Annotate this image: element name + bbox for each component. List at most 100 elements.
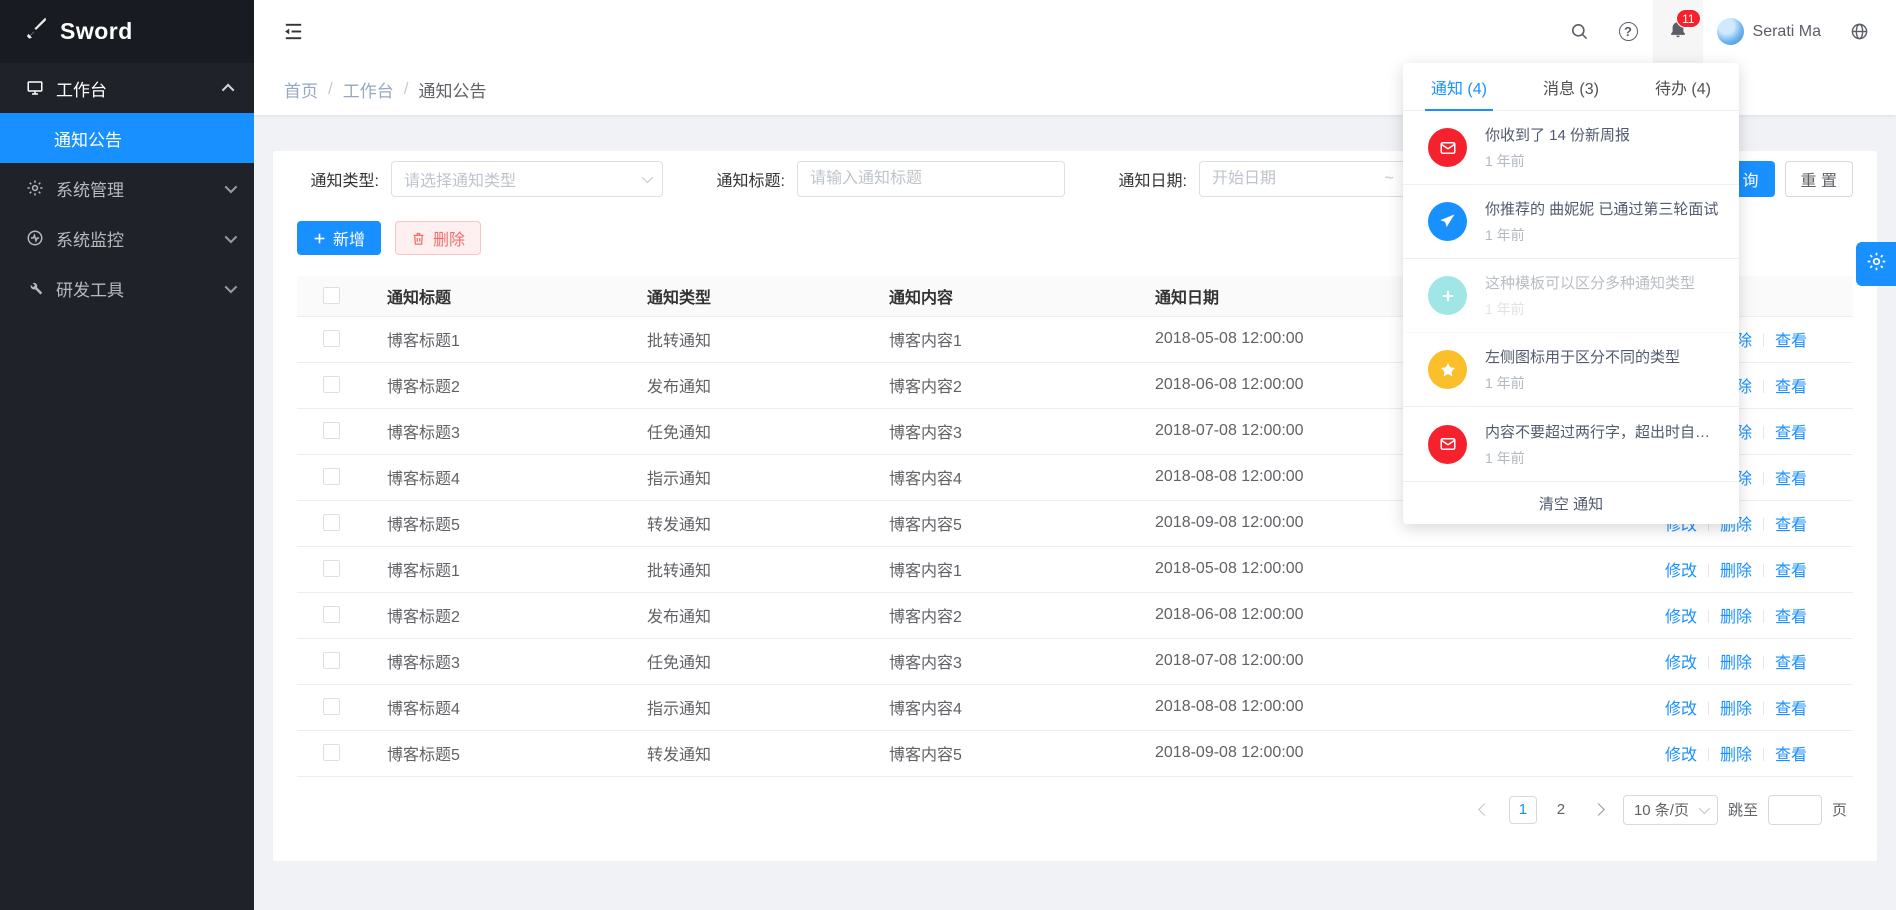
view-link[interactable]: 查看 [1775,517,1807,534]
page-number-1[interactable]: 1 [1509,796,1537,824]
notice-title-label: 通知标题: [703,167,785,191]
menu-fold-button[interactable] [282,0,305,63]
jump-suffix-label: 页 [1832,799,1847,820]
tab-messages[interactable]: 消息 (3) [1515,63,1627,110]
sidebar-item-system-management[interactable]: 系统管理 [0,163,254,213]
clear-notifications-button[interactable]: 清空 通知 [1403,481,1739,524]
sidebar-item-label: 系统管理 [56,176,124,201]
star-icon [1428,350,1467,389]
view-link[interactable]: 查看 [1775,701,1807,718]
edit-link[interactable]: 修改 [1665,655,1697,672]
user-name: Serati Ma [1753,23,1821,41]
row-checkbox[interactable] [323,330,340,347]
sidebar-item-workbench[interactable]: 工作台 [0,63,254,113]
chevron-down-icon [225,280,238,293]
row-checkbox[interactable] [323,744,340,761]
jump-page-input[interactable] [1768,795,1822,825]
page-number-2[interactable]: 2 [1547,796,1575,824]
row-checkbox[interactable] [323,606,340,623]
sidebar-item-notice[interactable]: 通知公告 [0,113,254,163]
breadcrumb-item-workbench[interactable]: 工作台 [343,77,394,102]
notification-item[interactable]: 左侧图标用于区分不同的类型 1 年前 [1403,333,1739,407]
view-link[interactable]: 查看 [1775,471,1807,488]
trash-icon [411,231,426,246]
notice-type-label: 通知类型: [297,167,379,191]
chevron-down-icon [1699,802,1710,813]
view-link[interactable]: 查看 [1775,379,1807,396]
notice-type-select[interactable]: 请选择通知类型 [391,161,663,197]
edit-link[interactable]: 修改 [1665,747,1697,764]
row-checkbox[interactable] [323,652,340,669]
sword-logo-icon [22,16,48,47]
row-checkbox[interactable] [323,468,340,485]
delete-link[interactable]: 删除 [1720,609,1752,626]
delete-link[interactable]: 删除 [1720,563,1752,580]
notification-badge: 11 [1676,9,1700,28]
plus-icon [313,232,326,245]
add-button[interactable]: 新增 [297,221,381,255]
breadcrumb-item-current: 通知公告 [418,77,486,102]
select-all-checkbox[interactable] [323,287,340,304]
sidebar-item-label: 工作台 [56,76,107,101]
sidebar-item-system-monitor[interactable]: 系统监控 [0,213,254,263]
view-link[interactable]: 查看 [1775,747,1807,764]
edit-link[interactable]: 修改 [1665,609,1697,626]
edit-link[interactable]: 修改 [1665,701,1697,718]
notification-bell-button[interactable]: 11 [1653,0,1703,63]
row-checkbox[interactable] [323,514,340,531]
column-header-title: 通知标题 [377,276,637,316]
notification-item[interactable]: 这种模板可以区分多种通知类型 1 年前 [1403,259,1739,333]
language-globe-icon[interactable] [1835,0,1884,63]
breadcrumb-item-home[interactable]: 首页 [284,77,318,102]
row-checkbox[interactable] [323,560,340,577]
delete-button[interactable]: 删除 [395,221,481,255]
mail-icon [1428,128,1467,167]
tab-todos[interactable]: 待办 (4) [1627,63,1739,110]
chevron-down-icon [642,172,653,183]
monitor-icon [26,229,44,247]
plus-icon [1428,276,1467,315]
start-date-input[interactable] [1212,170,1374,188]
sidebar-item-label: 研发工具 [56,276,124,301]
view-link[interactable]: 查看 [1775,425,1807,442]
notification-item[interactable]: 你推荐的 曲妮妮 已通过第三轮面试 1 年前 [1403,185,1739,259]
view-link[interactable]: 查看 [1775,563,1807,580]
row-checkbox[interactable] [323,422,340,439]
sidebar-item-dev-tools[interactable]: 研发工具 [0,263,254,313]
delete-link[interactable]: 删除 [1720,747,1752,764]
column-header-content: 通知内容 [879,276,1145,316]
view-link[interactable]: 查看 [1775,333,1807,350]
delete-link[interactable]: 删除 [1720,655,1752,672]
user-menu[interactable]: Serati Ma [1703,0,1835,63]
notice-title-input[interactable] [797,161,1065,197]
view-link[interactable]: 查看 [1775,655,1807,672]
page-size-select[interactable]: 10 条/页 [1623,795,1718,825]
help-icon[interactable]: ? [1604,0,1653,63]
mail-icon [1428,425,1467,464]
notification-list: 你收到了 14 份新周报 1 年前 你推荐的 曲妮妮 已通过第三轮面试 1 年前… [1403,111,1739,481]
row-checkbox[interactable] [323,698,340,715]
topbar-actions: ? 11 Serati Ma [1555,0,1884,63]
row-checkbox[interactable] [323,376,340,393]
table-row: 博客标题5 转发通知 博客内容5 2018-09-08 12:00:00 修改删… [297,730,1853,776]
topbar: ? 11 Serati Ma [254,0,1896,63]
prev-page-button[interactable] [1471,796,1499,824]
next-page-button[interactable] [1585,796,1613,824]
notification-item[interactable]: 你收到了 14 份新周报 1 年前 [1403,111,1739,185]
reset-button[interactable]: 重 置 [1785,161,1853,197]
search-icon[interactable] [1555,0,1604,63]
delete-link[interactable]: 删除 [1720,701,1752,718]
sidebar: Sword 工作台 通知公告 系统管理 系统监控 [0,0,254,910]
tab-notifications[interactable]: 通知 (4) [1403,63,1515,110]
theme-settings-button[interactable] [1856,242,1896,286]
table-row: 博客标题2 发布通知 博客内容2 2018-06-08 12:00:00 修改删… [297,592,1853,638]
chevron-down-icon [225,230,238,243]
edit-link[interactable]: 修改 [1665,563,1697,580]
sidebar-menu: 工作台 通知公告 系统管理 系统监控 研发工具 [0,63,254,313]
notification-item[interactable]: 内容不要超过两行字，超出时自动截断 1 年前 [1403,407,1739,481]
app-title: Sword [60,18,133,45]
view-link[interactable]: 查看 [1775,609,1807,626]
table-row: 博客标题4 指示通知 博客内容4 2018-08-08 12:00:00 修改删… [297,684,1853,730]
date-range-separator: ~ [1384,170,1393,188]
notice-date-label: 通知日期: [1105,167,1187,191]
